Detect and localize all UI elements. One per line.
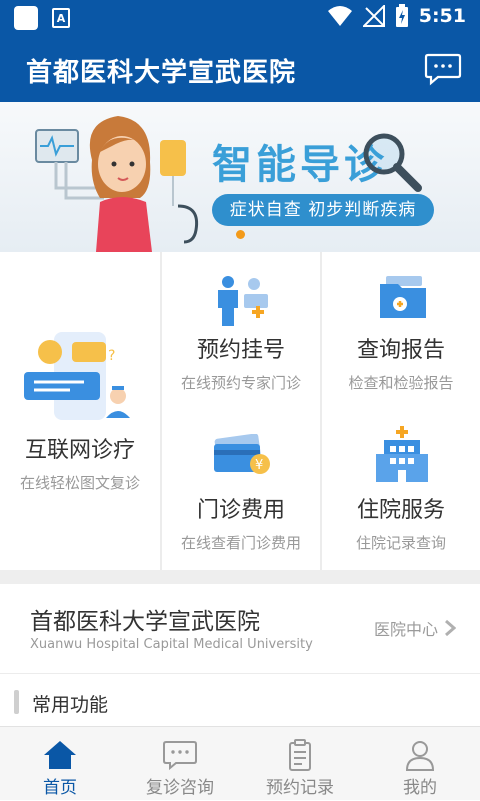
service-subtitle: 住院记录查询 xyxy=(355,534,446,552)
no-signal-icon xyxy=(362,5,385,27)
chat-icon[interactable] xyxy=(424,52,462,86)
hospital-building-icon xyxy=(376,426,428,482)
payment-card-icon: ¥ xyxy=(214,434,270,474)
chevron-right-icon xyxy=(445,619,456,637)
page-title: 首都医科大学宣武医院 xyxy=(26,58,297,88)
wifi-icon xyxy=(327,6,352,26)
banner-illustration xyxy=(35,116,199,252)
banner[interactable]: 智能导诊 症状自查 初步判断疾病 xyxy=(0,102,480,252)
section-title: 常用功能 xyxy=(32,694,109,716)
chat-icon xyxy=(163,741,197,771)
carousel-indicator[interactable] xyxy=(236,230,245,239)
tab-consult[interactable]: 复诊咨询 xyxy=(120,727,240,801)
hospital-center-label: 医院中心 xyxy=(373,620,438,639)
appointment-icon xyxy=(218,276,268,326)
home-icon xyxy=(44,741,76,769)
service-title: 住院服务 xyxy=(356,498,445,523)
svg-text:¥: ¥ xyxy=(255,458,263,473)
common-functions-section: 常用功能 xyxy=(0,674,480,726)
hospital-center-link[interactable]: 医院中心 xyxy=(374,616,456,640)
tab-label: 首页 xyxy=(43,778,77,798)
bottom-tab-bar: 首页 复诊咨询 预约记录 我的 xyxy=(0,726,480,800)
tab-appointment-records[interactable]: 预约记录 xyxy=(240,727,360,801)
app-bar: 首都医科大学宣武医院 xyxy=(0,36,480,102)
service-grid: ? 互联网诊疗 在线轻松图文复诊 预约挂号 在线预约专家门诊 查询报告 检查和检… xyxy=(0,252,480,570)
service-subtitle: 在线预约专家门诊 xyxy=(180,374,301,392)
svg-text:?: ? xyxy=(108,348,115,364)
hospital-name: 首都医科大学宣武医院 xyxy=(30,609,260,635)
hospital-row[interactable]: 首都医科大学宣武医院 Xuanwu Hospital Capital Medic… xyxy=(0,584,480,674)
service-outpatient-fees[interactable]: ¥ 门诊费用 在线查看门诊费用 xyxy=(162,412,320,570)
status-time: 5:51 xyxy=(418,5,466,27)
service-subtitle: 在线查看门诊费用 xyxy=(180,534,301,552)
service-appointment[interactable]: 预约挂号 在线预约专家门诊 xyxy=(162,252,320,410)
a-badge-icon: A xyxy=(52,8,70,28)
status-bar: A 5:51 xyxy=(0,0,480,36)
service-subtitle: 在线轻松图文复诊 xyxy=(19,474,140,492)
banner-subtitle: 症状自查 初步判断疾病 xyxy=(212,194,434,226)
clipboard-icon xyxy=(289,739,311,771)
tab-label: 复诊咨询 xyxy=(146,778,214,798)
tab-label: 我的 xyxy=(403,778,437,798)
hospital-english-name: Xuanwu Hospital Capital Medical Universi… xyxy=(30,637,313,652)
service-title: 门诊费用 xyxy=(196,498,285,523)
service-inpatient[interactable]: 住院服务 住院记录查询 xyxy=(322,412,480,570)
report-folder-icon xyxy=(380,276,426,318)
notification-icon xyxy=(14,6,38,30)
service-reports[interactable]: 查询报告 检查和检验报告 xyxy=(322,252,480,410)
service-title: 预约挂号 xyxy=(196,338,285,363)
tab-profile[interactable]: 我的 xyxy=(360,727,480,801)
tab-label: 预约记录 xyxy=(266,778,334,798)
section-divider xyxy=(0,570,480,584)
service-internet-clinic[interactable]: ? 互联网诊疗 在线轻松图文复诊 xyxy=(0,252,160,570)
magnifier-icon xyxy=(363,133,422,192)
online-consult-icon: ? xyxy=(24,332,130,420)
service-title: 查询报告 xyxy=(356,338,445,363)
battery-icon xyxy=(395,4,408,27)
service-subtitle: 检查和检验报告 xyxy=(348,374,454,392)
user-icon xyxy=(405,741,435,771)
tab-home[interactable]: 首页 xyxy=(0,727,120,801)
section-marker xyxy=(14,690,19,714)
service-title: 互联网诊疗 xyxy=(24,438,135,463)
